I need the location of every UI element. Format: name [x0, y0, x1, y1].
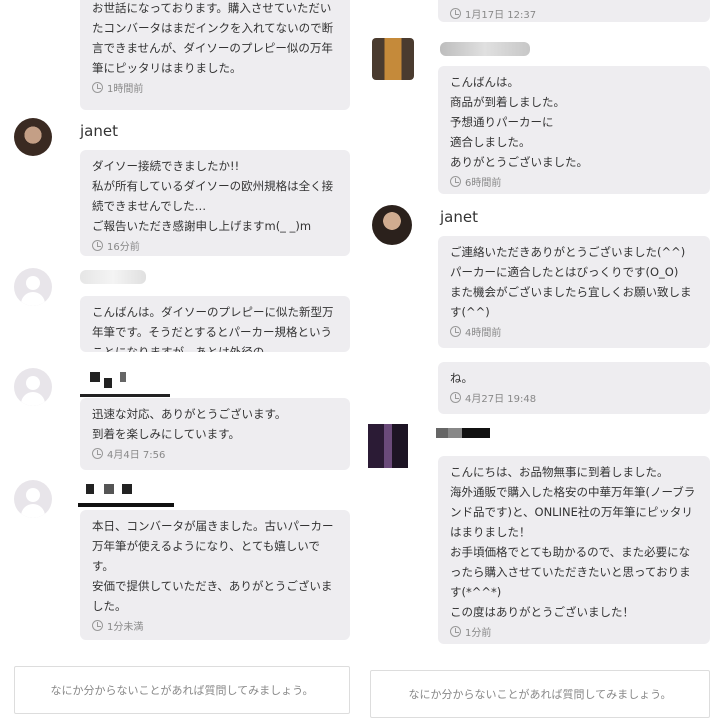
message-bubble: ご連絡いただきありがとうございました(^^) パーカーに適合したとはびっくりです… [438, 236, 710, 348]
message-bubble: ね。 4月27日 19:48 [438, 362, 710, 414]
message-time: 1分前 [450, 624, 698, 639]
clock-icon [92, 82, 103, 93]
message-bubble: お世話になっております。購入させていただいたコンバータはまだインクを入れてないの… [80, 0, 350, 110]
message-bubble: 迅速な対応、ありがとうございます。 到着を楽しみにしています。 4月4日 7:5… [80, 398, 350, 470]
clock-icon [92, 240, 103, 251]
right-chat-panel: 1月17日 12:37 こんばんは。 商品が到着しました。 予想通りパーカーに … [366, 0, 718, 720]
username-blurred [440, 42, 530, 56]
message-text: こんばんは。 商品が到着しました。 予想通りパーカーに 適合しました。 ありがと… [450, 75, 588, 169]
message-time: 1分未満 [92, 618, 338, 633]
message-time: 4月4日 7:56 [92, 446, 338, 461]
username-bar [80, 394, 170, 397]
message-text: こんにちは、お品物無事に到着しました。 海外通販で購入した格安の中華万年筆(ノー… [450, 465, 696, 619]
clock-icon [450, 176, 461, 187]
message-bubble: ダイソー接続できましたか!! 私が所有しているダイソーの欧州規格は全く接続できま… [80, 150, 350, 256]
username-pixelated [80, 484, 170, 494]
clock-icon [450, 626, 461, 637]
question-placeholder: なにか分からないことがあれば質問してみましょう。 [408, 688, 672, 701]
clock-icon [92, 448, 103, 459]
message-text: ご連絡いただきありがとうございました(^^) パーカーに適合したとはびっくりです… [450, 245, 692, 319]
message-time: 4時間前 [450, 324, 698, 339]
question-placeholder: なにか分からないことがあれば質問してみましょう。 [50, 684, 314, 697]
username-bar [78, 503, 174, 507]
username[interactable]: janet [80, 122, 118, 140]
username-pixelated [82, 372, 172, 388]
username-blurred [80, 270, 146, 284]
message-bubble: 本日、コンバータが届きました。古いパーカー万年筆が使えるようになり、とても嬉しい… [80, 510, 350, 640]
username-pixelated [436, 428, 496, 438]
clock-icon [450, 392, 461, 403]
message-bubble: 1月17日 12:37 [438, 0, 710, 22]
message-bubble: こんばんは。ダイソーのプレピーに似た新型万年筆です。そうだとするとパーカー規格と… [80, 296, 350, 352]
message-time: 16分前 [92, 238, 338, 253]
default-avatar-icon[interactable] [14, 368, 52, 406]
clock-icon [450, 326, 461, 337]
user-avatar[interactable] [372, 205, 412, 245]
question-input[interactable]: なにか分からないことがあれば質問してみましょう。 [14, 666, 350, 714]
message-time: 1時間前 [92, 80, 338, 95]
user-avatar[interactable] [372, 38, 414, 80]
left-chat-panel: お世話になっております。購入させていただいたコンバータはまだインクを入れてないの… [0, 0, 352, 720]
message-bubble: こんばんは。 商品が到着しました。 予想通りパーカーに 適合しました。 ありがと… [438, 66, 710, 194]
message-time: 6時間前 [450, 174, 698, 189]
message-text: 本日、コンバータが届きました。古いパーカー万年筆が使えるようになり、とても嬉しい… [92, 519, 334, 613]
message-text: 迅速な対応、ありがとうございます。 到着を楽しみにしています。 [92, 407, 287, 441]
default-avatar-icon[interactable] [14, 480, 52, 518]
message-time: 1月17日 12:37 [450, 6, 698, 21]
message-text: ダイソー接続できましたか!! 私が所有しているダイソーの欧州規格は全く接続できま… [92, 159, 334, 233]
user-avatar[interactable] [14, 118, 52, 156]
user-avatar[interactable] [368, 424, 408, 468]
default-avatar-icon[interactable] [14, 268, 52, 306]
message-text: ね。 [450, 371, 473, 385]
message-time: 4月27日 19:48 [450, 390, 698, 405]
question-input[interactable]: なにか分からないことがあれば質問してみましょう。 [370, 670, 710, 718]
message-bubble: こんにちは、お品物無事に到着しました。 海外通販で購入した格安の中華万年筆(ノー… [438, 456, 710, 644]
clock-icon [92, 620, 103, 631]
message-text: お世話になっております。購入させていただいたコンバータはまだインクを入れてないの… [92, 1, 334, 75]
panel-divider [357, 0, 361, 720]
clock-icon [450, 8, 461, 19]
message-text: こんばんは。ダイソーのプレピーに似た新型万年筆です。そうだとするとパーカー規格と… [92, 305, 334, 352]
username[interactable]: janet [440, 208, 478, 226]
